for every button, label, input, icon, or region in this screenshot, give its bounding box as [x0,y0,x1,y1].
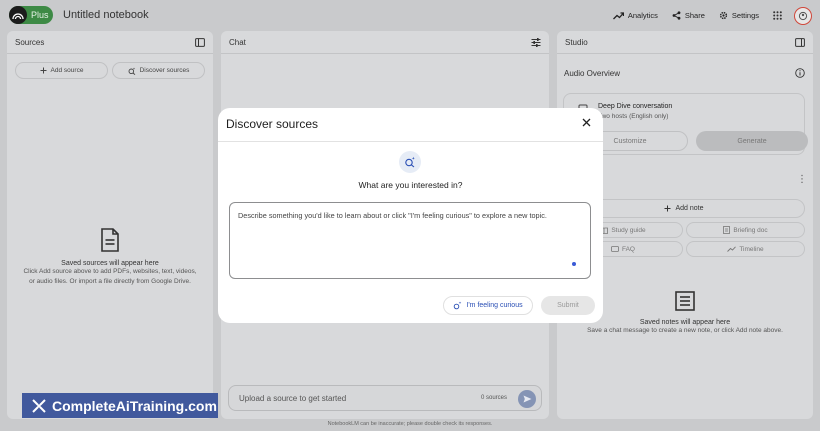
briefing-doc-icon [723,226,731,234]
trend-icon [612,11,624,19]
timeline-icon [727,246,737,252]
collapse-panel-icon[interactable] [195,37,205,47]
add-note-label: Add note [675,205,704,212]
more-options-icon[interactable]: ⋮ [797,174,807,185]
sources-empty-desc-2: or audio files. Or import a file directl… [29,277,191,285]
send-button[interactable] [518,390,536,408]
sources-panel: Sources Add source Discover sources Save… [7,31,213,419]
share-icon [672,11,681,20]
watermark-text: CompleteAiTraining.com [52,397,217,414]
gear-icon [719,11,727,20]
sources-title: Sources [15,37,45,47]
discover-icon [128,67,135,75]
input-indicator [572,262,576,266]
timeline-button[interactable]: Timeline [686,241,805,257]
briefing-doc-button[interactable]: Briefing doc [686,222,805,238]
collapse-panel-icon[interactable] [795,37,805,47]
audio-overview-label: Audio Overview [564,69,621,78]
watermark-banner: CompleteAiTraining.com [22,393,218,418]
sources-empty-desc-1: Click Add source above to add PDFs, webs… [23,268,197,275]
tune-icon[interactable] [531,37,541,47]
faq-label: FAQ [621,245,635,253]
plus-icon [664,205,671,212]
topic-textarea-placeholder: Describe something you'd like to learn a… [238,211,547,220]
apps-grid-icon[interactable] [773,7,782,25]
sources-header: Sources [7,31,213,54]
add-source-button[interactable]: Add source [15,62,108,79]
notebook-title[interactable]: Untitled notebook [63,9,149,21]
discover-sources-label: Discover sources [139,67,190,74]
analytics-label: Analytics [627,11,658,20]
chat-title: Chat [229,37,246,47]
send-icon [523,395,531,403]
sources-empty-state: Saved sources will appear here Click Add… [7,228,213,286]
faq-icon [611,245,619,252]
chat-header: Chat [221,31,549,54]
sources-count: 0 sources [480,395,507,401]
note-icon [675,291,695,311]
notebooklm-logo-icon [9,6,27,24]
avatar-icon [798,11,808,20]
chat-input[interactable]: Upload a source to get started 0 sources [228,385,542,411]
analytics-button[interactable]: Analytics [612,11,658,20]
watermark-logo-icon [32,398,46,413]
settings-label: Settings [731,11,759,20]
top-bar: Plus Untitled notebook Analytics Share S… [0,0,820,31]
plus-badge: Plus [31,10,49,20]
chat-input-placeholder: Upload a source to get started [239,393,347,403]
settings-button[interactable]: Settings [719,11,759,20]
sparkle-icon [454,301,462,310]
dialog-title: Discover sources [226,117,319,131]
generate-button[interactable]: Generate [696,131,808,151]
feeling-curious-button[interactable]: I'm feeling curious [443,296,533,315]
discover-sources-dialog: Discover sources What are you interested… [218,108,603,323]
briefing-doc-label: Briefing doc [733,226,768,234]
footer-disclaimer: NotebookLM can be inaccurate; please dou… [327,421,493,427]
studio-header: Studio [557,31,813,54]
topic-textarea[interactable]: Describe something you'd like to learn a… [229,202,591,279]
close-icon[interactable] [582,118,591,127]
discover-badge [399,151,421,173]
notes-empty-desc: Save a chat message to create a new note… [587,327,783,334]
submit-button[interactable]: Submit [541,296,595,315]
document-icon [101,228,119,252]
studio-title: Studio [565,37,588,47]
discover-sources-button[interactable]: Discover sources [112,62,205,79]
app-logo[interactable]: Plus [9,6,53,24]
plus-icon [40,67,47,74]
share-label: Share [684,11,705,20]
add-source-label: Add source [50,67,84,74]
study-guide-label: Study guide [611,226,646,234]
timeline-label: Timeline [739,245,764,253]
dialog-question: What are you interested in? [358,180,463,190]
deep-dive-title: Deep Dive conversation [598,103,673,110]
share-button[interactable]: Share [672,11,705,20]
user-avatar[interactable] [794,6,812,25]
dialog-divider [218,141,603,142]
deep-dive-subtitle: Two hosts (English only) [598,113,669,120]
feeling-curious-label: I'm feeling curious [466,302,523,309]
info-icon[interactable] [795,68,805,78]
sources-empty-title: Saved sources will appear here [61,260,159,267]
discover-search-icon [405,156,415,168]
